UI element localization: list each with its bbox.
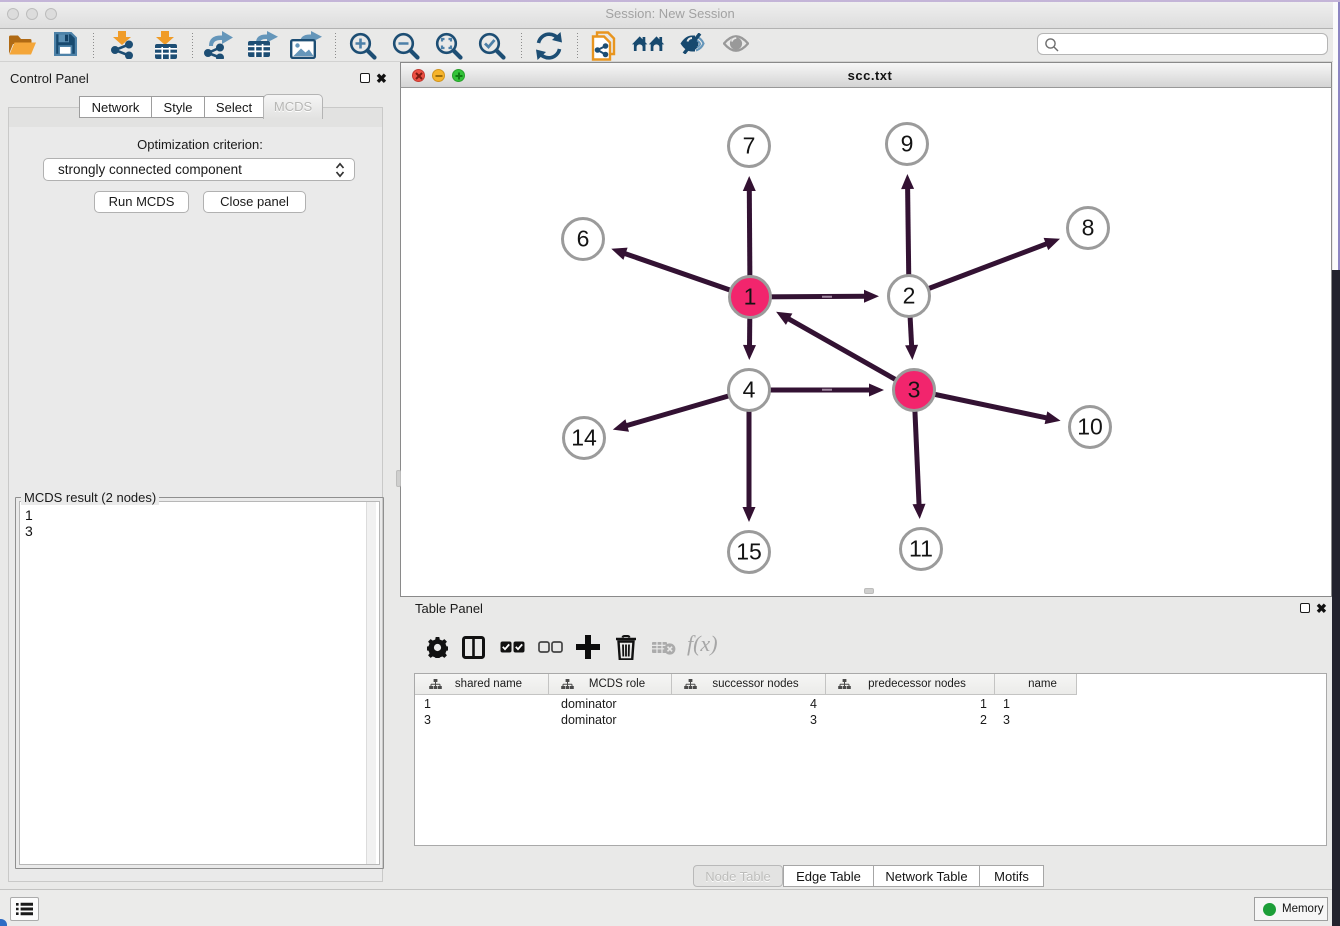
svg-text:8: 8 xyxy=(1082,215,1095,241)
svg-text:15: 15 xyxy=(736,539,762,565)
svg-text:3: 3 xyxy=(908,377,921,403)
svg-text:9: 9 xyxy=(901,131,914,157)
svg-text:2: 2 xyxy=(903,283,916,309)
svg-text:6: 6 xyxy=(577,226,590,252)
svg-text:11: 11 xyxy=(909,536,933,562)
svg-text:7: 7 xyxy=(743,133,756,159)
svg-text:10: 10 xyxy=(1077,414,1103,440)
svg-text:4: 4 xyxy=(743,377,756,403)
svg-text:1: 1 xyxy=(744,284,757,310)
svg-text:14: 14 xyxy=(571,425,597,451)
